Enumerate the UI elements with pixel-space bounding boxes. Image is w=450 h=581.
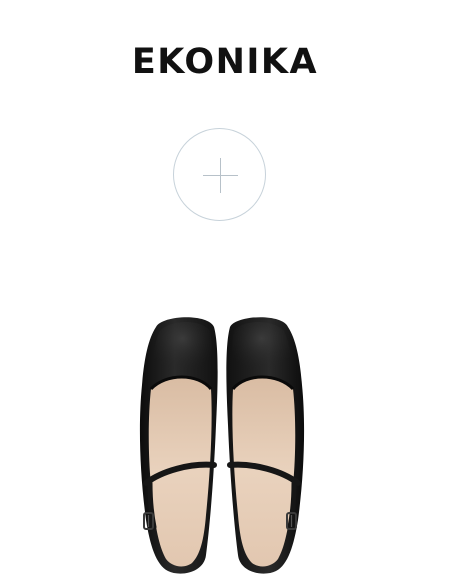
left-shoe bbox=[139, 317, 218, 574]
product-image bbox=[120, 305, 320, 581]
brand-logo: EKONIKA bbox=[131, 42, 319, 82]
add-button[interactable] bbox=[173, 128, 266, 221]
right-shoe bbox=[226, 317, 305, 574]
